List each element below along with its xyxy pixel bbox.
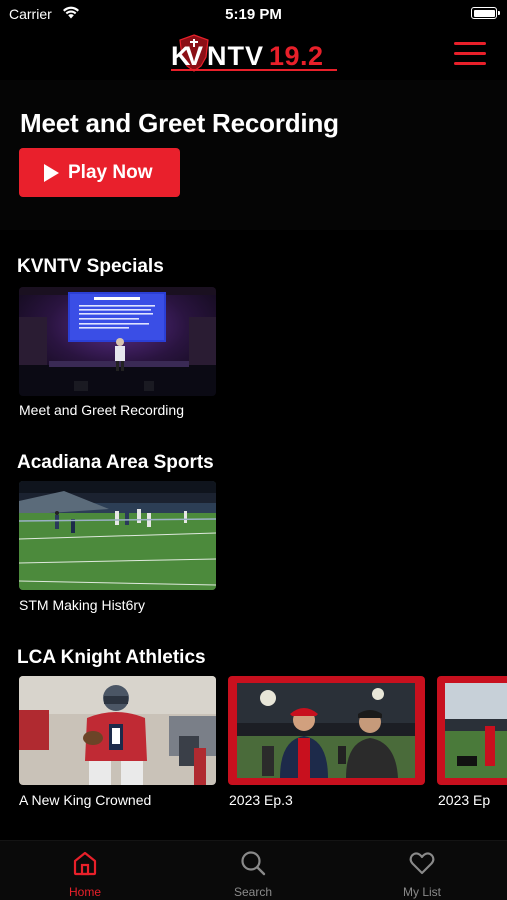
status-bar: Carrier 5:19 PM: [0, 0, 507, 30]
video-caption: 2023 Ep.3: [229, 792, 293, 808]
clock: 5:19 PM: [225, 6, 282, 23]
search-icon: [241, 851, 266, 876]
play-icon: [44, 163, 59, 182]
tab-search-label: Search: [233, 885, 273, 899]
home-icon: [73, 851, 97, 876]
tab-my-list[interactable]: My List: [372, 849, 472, 900]
kvntv-logo: K V NTV 19.2: [171, 34, 337, 72]
tab-bar: Home Search My List: [0, 840, 507, 900]
section-title-kvntv-specials: KVNTV Specials: [17, 256, 164, 277]
video-caption: 2023 Ep: [438, 792, 491, 808]
video-thumbnail[interactable]: [19, 676, 216, 785]
menu-button[interactable]: [454, 42, 486, 66]
video-caption: Meet and Greet Recording: [19, 402, 184, 418]
video-thumbnail[interactable]: [19, 481, 216, 590]
tab-home[interactable]: Home: [35, 849, 135, 900]
section-title-lca-knight-athletics: LCA Knight Athletics: [17, 647, 206, 668]
battery-icon: [471, 7, 500, 19]
video-caption: A New King Crowned: [19, 792, 152, 808]
section-title-acadiana-sports: Acadiana Area Sports: [17, 452, 214, 473]
svg-text:NTV: NTV: [207, 41, 264, 71]
tab-home-label: Home: [68, 885, 101, 899]
heart-icon: [409, 852, 435, 875]
hero-banner: Meet and Greet Recording Play Now: [0, 80, 507, 230]
tab-search[interactable]: Search: [203, 849, 303, 900]
hero-title: Meet and Greet Recording: [20, 108, 339, 138]
app-header: K V NTV 19.2: [0, 30, 507, 80]
play-now-button[interactable]: Play Now: [19, 148, 180, 197]
tab-my-list-label: My List: [402, 885, 441, 899]
video-caption: STM Making Hist6ry: [19, 597, 146, 613]
play-now-label: Play Now: [68, 161, 153, 183]
video-thumbnail[interactable]: [228, 676, 425, 785]
svg-text:19.2: 19.2: [269, 41, 324, 71]
video-thumbnail[interactable]: [437, 676, 507, 785]
video-thumbnail[interactable]: [19, 287, 216, 396]
svg-text:V: V: [185, 41, 203, 71]
